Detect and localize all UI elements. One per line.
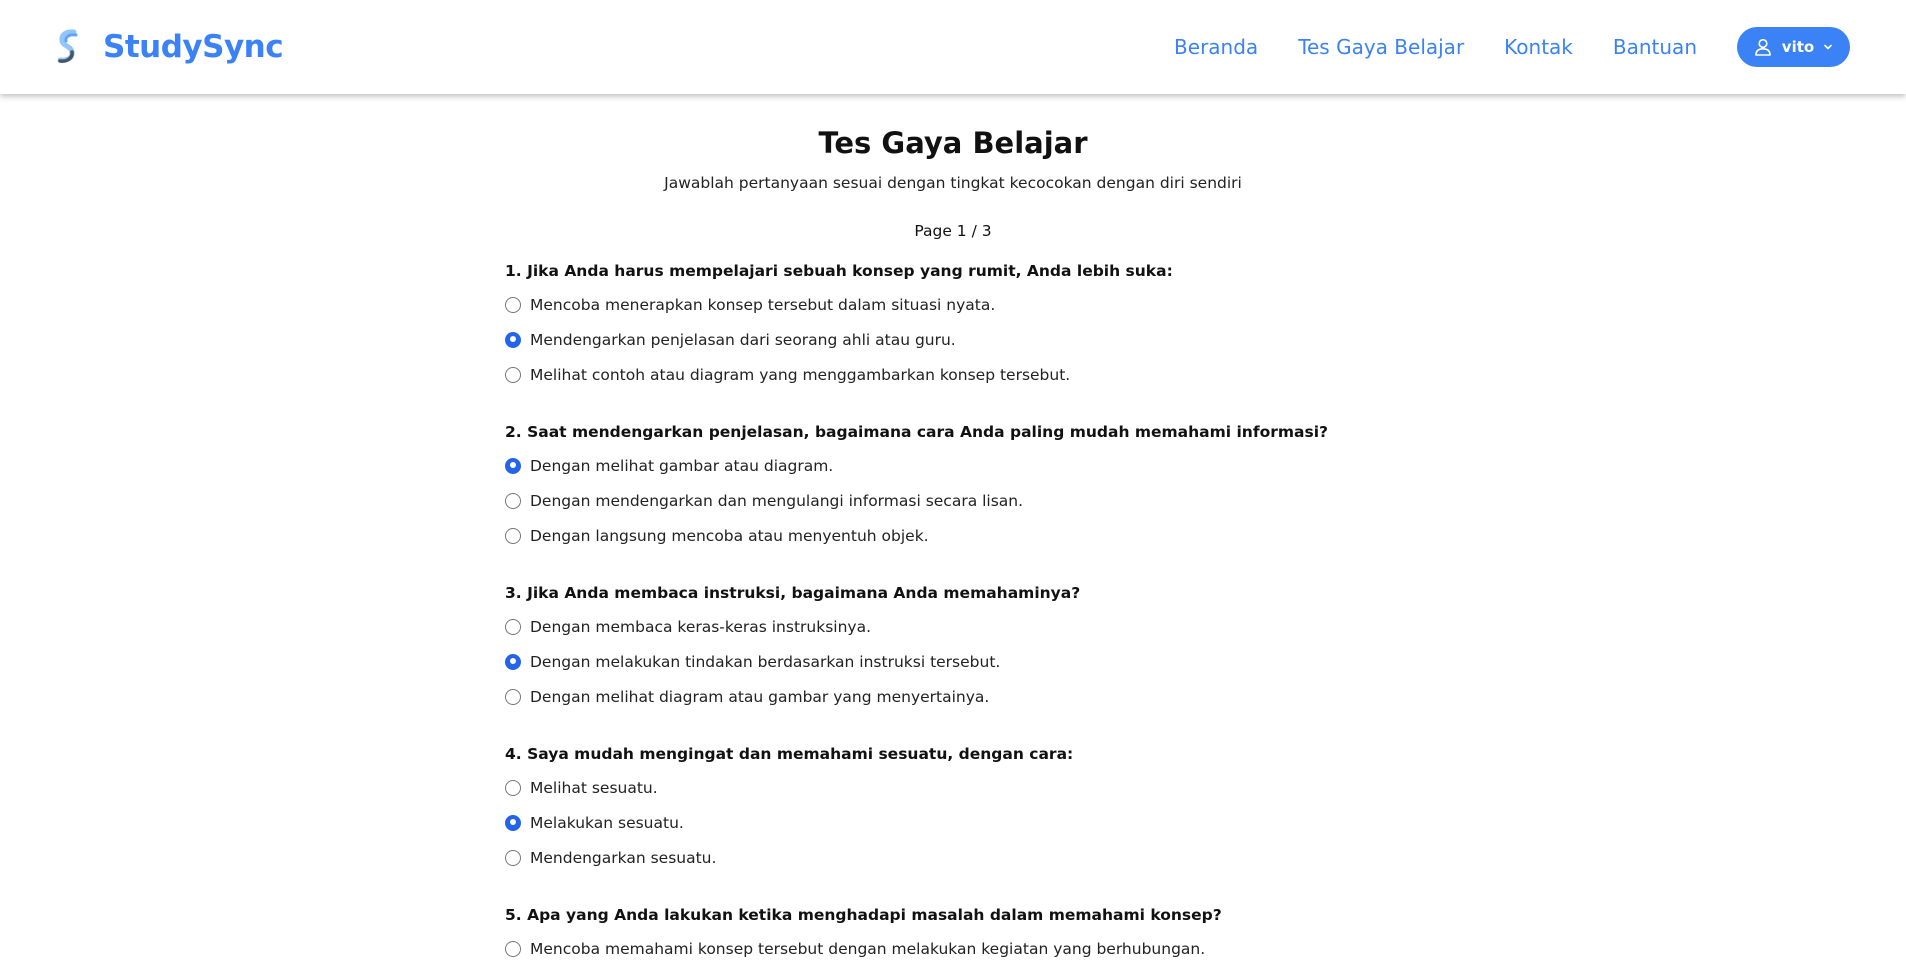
question-2-option-1[interactable]: Dengan melihat gambar atau diagram.: [505, 448, 1405, 483]
chevron-down-icon: [1824, 44, 1833, 50]
radio-button[interactable]: [505, 940, 521, 957]
radio-button[interactable]: [505, 688, 521, 705]
question-4-option-2[interactable]: Melakukan sesuatu.: [505, 805, 1405, 840]
user-icon: [1754, 38, 1771, 56]
radio-button[interactable]: [505, 814, 521, 831]
radio-button[interactable]: [505, 457, 521, 474]
option-label: Dengan melihat gambar atau diagram.: [530, 456, 834, 475]
user-menu-button[interactable]: vito: [1737, 27, 1850, 67]
user-name: vito: [1781, 38, 1815, 56]
option-label: Dengan mendengarkan dan mengulangi infor…: [530, 491, 1024, 510]
option-label: Dengan melihat diagram atau gambar yang …: [530, 687, 990, 706]
question-5-option-1[interactable]: Mencoba memahami konsep tersebut dengan …: [505, 931, 1405, 966]
question-text: 3. Jika Anda membaca instruksi, bagaiman…: [505, 584, 1081, 602]
studysync-logo-icon: [57, 29, 78, 63]
question-3-option-2[interactable]: Dengan melakukan tindakan berdasarkan in…: [505, 644, 1405, 679]
option-label: Dengan melakukan tindakan berdasarkan in…: [530, 652, 1001, 671]
radio-button[interactable]: [505, 492, 521, 509]
question-text: 5. Apa yang Anda lakukan ketika menghada…: [505, 906, 1222, 924]
question-1-option-3[interactable]: Melihat contoh atau diagram yang menggam…: [505, 357, 1405, 392]
option-label: Dengan langsung mencoba atau menyentuh o…: [530, 526, 929, 545]
question-4: 4. Saya mudah mengingat dan memahami ses…: [505, 744, 1405, 875]
nav-tes-gaya-belajar[interactable]: Tes Gaya Belajar: [1298, 35, 1464, 59]
question-2-option-2[interactable]: Dengan mendengarkan dan mengulangi infor…: [505, 483, 1405, 518]
question-4-option-3[interactable]: Mendengarkan sesuatu.: [505, 840, 1405, 875]
brand-name: StudySync: [103, 29, 284, 65]
radio-button[interactable]: [505, 653, 521, 670]
option-label: Mencoba menerapkan konsep tersebut dalam…: [530, 295, 996, 314]
option-label: Mencoba memahami konsep tersebut dengan …: [530, 939, 1206, 958]
radio-button[interactable]: [505, 296, 521, 313]
question-3-option-3[interactable]: Dengan melihat diagram atau gambar yang …: [505, 679, 1405, 714]
question-3-option-1[interactable]: Dengan membaca keras-keras instruksinya.: [505, 609, 1405, 644]
question-1-option-2[interactable]: Mendengarkan penjelasan dari seorang ahl…: [505, 322, 1405, 357]
radio-button[interactable]: [505, 331, 521, 348]
radio-button[interactable]: [505, 366, 521, 383]
radio-button[interactable]: [505, 618, 521, 635]
option-label: Mendengarkan penjelasan dari seorang ahl…: [530, 330, 956, 349]
option-label: Dengan membaca keras-keras instruksinya.: [530, 617, 871, 636]
question-text: 2. Saat mendengarkan penjelasan, bagaima…: [505, 423, 1329, 441]
question-1-option-1[interactable]: Mencoba menerapkan konsep tersebut dalam…: [505, 287, 1405, 322]
radio-button[interactable]: [505, 849, 521, 866]
radio-button[interactable]: [505, 779, 521, 796]
question-text: 1. Jika Anda harus mempelajari sebuah ko…: [505, 262, 1173, 280]
option-label: Melihat sesuatu.: [530, 778, 658, 797]
page-subtitle: Jawablah pertanyaan sesuai dengan tingka…: [664, 174, 1242, 192]
brand[interactable]: StudySync: [52, 28, 284, 66]
option-label: Melihat contoh atau diagram yang menggam…: [530, 365, 1071, 384]
option-label: Mendengarkan sesuatu.: [530, 848, 717, 867]
question-3: 3. Jika Anda membaca instruksi, bagaiman…: [505, 583, 1405, 714]
page-indicator: Page 1 / 3: [914, 222, 992, 240]
option-label: Melakukan sesuatu.: [530, 813, 684, 832]
question-2: 2. Saat mendengarkan penjelasan, bagaima…: [505, 422, 1405, 553]
radio-button[interactable]: [505, 527, 521, 544]
question-text: 4. Saya mudah mengingat dan memahami ses…: [505, 745, 1074, 763]
nav-beranda[interactable]: Beranda: [1174, 35, 1258, 59]
question-1: 1. Jika Anda harus mempelajari sebuah ko…: [505, 261, 1405, 392]
test-content: Tes Gaya Belajar Jawablah pertanyaan ses…: [0, 94, 1906, 958]
nav-kontak[interactable]: Kontak: [1504, 35, 1573, 59]
question-4-option-1[interactable]: Melihat sesuatu.: [505, 770, 1405, 805]
main-nav: Beranda Tes Gaya Belajar Kontak Bantuan …: [1174, 27, 1850, 67]
nav-bantuan[interactable]: Bantuan: [1613, 35, 1697, 59]
question-2-option-3[interactable]: Dengan langsung mencoba atau menyentuh o…: [505, 518, 1405, 553]
page-title: Tes Gaya Belajar: [818, 126, 1088, 160]
top-navbar: StudySync Beranda Tes Gaya Belajar Konta…: [0, 0, 1906, 94]
